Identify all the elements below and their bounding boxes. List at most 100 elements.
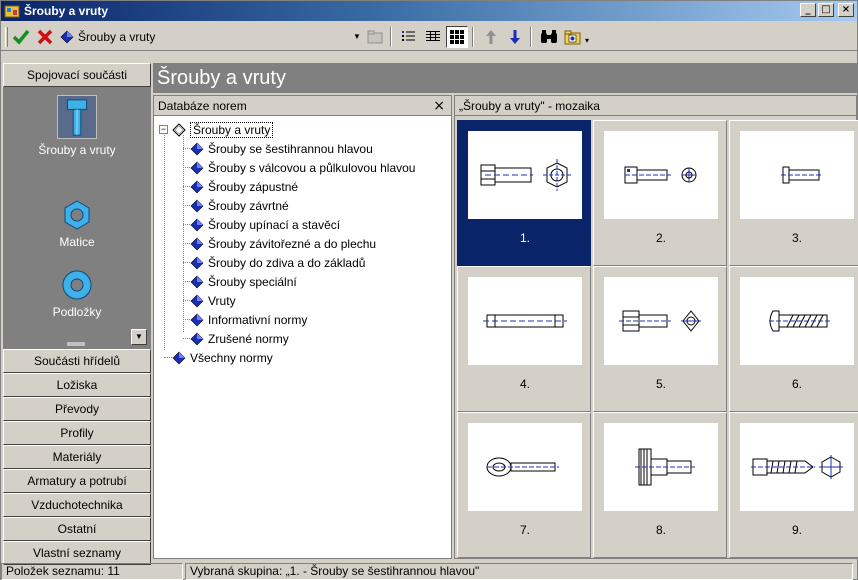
category-button[interactable]: Materiály xyxy=(3,445,151,469)
window-title: Šrouby a vruty xyxy=(24,4,109,18)
tree-connector xyxy=(183,205,190,206)
move-up-button[interactable] xyxy=(480,26,502,48)
folder-icon xyxy=(367,30,383,43)
mosaic-tile[interactable]: 6. xyxy=(729,266,858,412)
arrow-down-icon xyxy=(510,29,520,44)
category-button[interactable]: Součásti hřídelů xyxy=(3,349,151,373)
bolt-drawing xyxy=(604,423,718,511)
tree-connector xyxy=(183,300,190,301)
minimize-button[interactable]: _ xyxy=(800,3,816,17)
mosaic-tile[interactable]: 3. xyxy=(729,120,858,266)
list-view-icon xyxy=(402,30,415,41)
cross-icon xyxy=(37,29,53,44)
category-button[interactable]: Převody xyxy=(3,397,151,421)
find-button[interactable] xyxy=(538,26,560,48)
category-button[interactable]: Profily xyxy=(3,421,151,445)
folder-button[interactable] xyxy=(364,26,386,48)
tree-node-label: Šrouby se šestihrannou hlavou xyxy=(208,141,373,156)
mosaic-tile[interactable]: 9. xyxy=(729,412,858,558)
bolt-drawing xyxy=(604,277,718,365)
close-button[interactable]: × xyxy=(838,3,854,17)
bolt-drawing-icon xyxy=(635,448,695,486)
diamond-icon xyxy=(190,142,204,155)
tree-node-label: Všechny normy xyxy=(190,350,273,365)
tree-connector xyxy=(183,319,190,320)
tree-node[interactable]: Zrušené normy xyxy=(154,329,451,348)
tile-label: 6. xyxy=(791,377,802,391)
tree-node[interactable]: Informativní normy xyxy=(154,310,451,329)
gallery-item-matice[interactable]: Matice xyxy=(3,199,151,249)
mosaic-panel: „Šrouby a vruty" - mozaika 1. 2. 3. 4. 5. 6. 7… xyxy=(454,95,858,559)
diamond-icon xyxy=(190,180,204,193)
chevron-down-icon[interactable]: ▾ xyxy=(585,36,589,45)
mosaic-tile[interactable]: 2. xyxy=(593,120,727,266)
bolt-drawing xyxy=(740,423,854,511)
bolt-drawing-icon xyxy=(624,166,697,184)
gallery-item-srouby[interactable]: Šrouby a vruty xyxy=(3,95,151,157)
diamond-icon xyxy=(190,332,204,345)
tree-node-label: Zrušené normy xyxy=(208,331,289,346)
tree-node[interactable]: Šrouby zápustné xyxy=(154,177,451,196)
diamond-icon xyxy=(190,161,204,174)
tree-node[interactable]: Šrouby do zdiva a do základů xyxy=(154,253,451,272)
gallery-next-item-hint xyxy=(67,342,85,346)
move-down-button[interactable] xyxy=(504,26,526,48)
mosaic-tile[interactable]: 7. xyxy=(457,412,591,558)
toolbar-separator xyxy=(530,26,532,47)
gallery-item-podlozky[interactable]: Podložky xyxy=(3,269,151,319)
category-button[interactable]: Vlastní seznamy xyxy=(3,541,151,565)
toolbar: Šrouby a vruty ▼ ▾ xyxy=(1,23,857,51)
category-spojovaci-soucasti[interactable]: Spojovací součásti xyxy=(3,63,151,87)
washer-icon xyxy=(62,270,92,300)
tree-connector xyxy=(183,338,190,339)
tree-node-label: Šrouby zápustné xyxy=(208,179,299,194)
tree-node-label: Informativní normy xyxy=(208,312,308,327)
bolt-drawing xyxy=(468,277,582,365)
tree-node[interactable]: Vruty xyxy=(154,291,451,310)
tile-label: 2. xyxy=(655,231,666,245)
mosaic-tile[interactable]: 1. xyxy=(457,120,591,266)
confirm-button[interactable] xyxy=(10,26,32,48)
folder-options-button[interactable] xyxy=(562,26,584,48)
tree-node[interactable]: Šrouby závrtné xyxy=(154,196,451,215)
cancel-button[interactable] xyxy=(34,26,56,48)
toolbar-grip[interactable] xyxy=(5,26,8,47)
tree-connector xyxy=(183,281,190,282)
tree-node[interactable]: Šrouby s válcovou a půlkulovou hlavou xyxy=(154,158,451,177)
category-button[interactable]: Ostatní xyxy=(3,517,151,541)
toolbar-separator xyxy=(390,26,392,47)
category-button[interactable]: Armatury a potrubí xyxy=(3,469,151,493)
gallery-label: Podložky xyxy=(52,305,102,319)
checkmark-icon xyxy=(12,29,30,45)
maximize-button[interactable]: □ xyxy=(818,3,834,17)
mosaic-tile[interactable]: 5. xyxy=(593,266,727,412)
view-details-button[interactable] xyxy=(422,26,444,48)
gallery-scroll-down-button[interactable]: ▼ xyxy=(131,329,147,345)
diamond-icon xyxy=(190,237,204,250)
tree-connector xyxy=(183,167,190,168)
tree-node-root[interactable]: − Šrouby a vruty xyxy=(154,120,451,139)
tree-node[interactable]: Šrouby se šestihrannou hlavou xyxy=(154,139,451,158)
view-mosaic-button[interactable] xyxy=(446,25,468,48)
tree-node[interactable]: Šrouby závitořezné a do plechu xyxy=(154,234,451,253)
diamond-icon xyxy=(190,199,204,212)
binoculars-icon xyxy=(541,29,557,43)
view-list-button[interactable] xyxy=(398,26,420,48)
bolt-drawing xyxy=(468,131,582,219)
tree-connector xyxy=(183,243,190,244)
mosaic-tile[interactable]: 4. xyxy=(457,266,591,412)
category-button[interactable]: Ložiska xyxy=(3,373,151,397)
category-button[interactable]: Vzduchotechnika xyxy=(3,493,151,517)
collapse-icon[interactable]: − xyxy=(159,125,168,134)
chevron-down-icon[interactable]: ▼ xyxy=(352,30,362,44)
tree-node-all-norms[interactable]: Všechny normy xyxy=(154,348,451,367)
details-view-icon xyxy=(426,30,440,41)
status-selected-group: Vybraná skupina: „1. - Šrouby se šestihr… xyxy=(185,563,853,580)
close-icon[interactable]: × xyxy=(433,98,445,114)
tree-node[interactable]: Šrouby upínací a stavěcí xyxy=(154,215,451,234)
mosaic-tile[interactable]: 8. xyxy=(593,412,727,558)
tree-connector xyxy=(183,224,190,225)
group-combobox[interactable]: Šrouby a vruty ▼ xyxy=(60,27,362,47)
tree-node[interactable]: Šrouby speciální xyxy=(154,272,451,291)
title-bar[interactable]: Šrouby a vruty _ □ × xyxy=(1,1,857,21)
